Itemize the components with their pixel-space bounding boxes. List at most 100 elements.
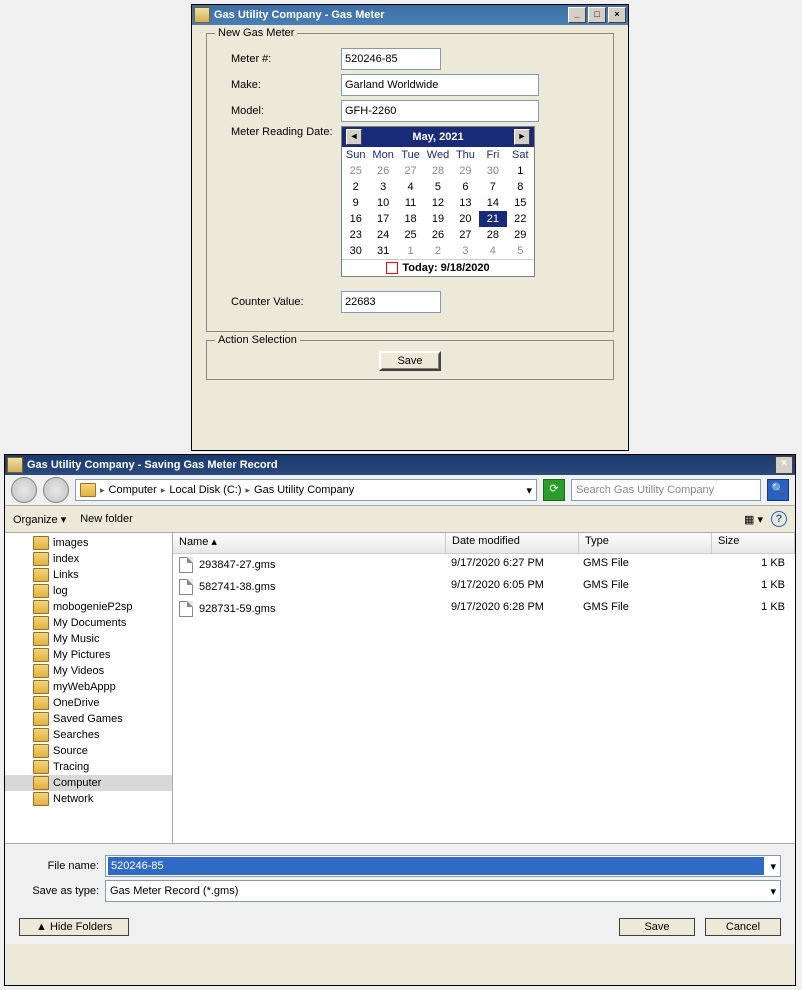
- prev-month-button[interactable]: ◄: [346, 129, 362, 145]
- column-header[interactable]: Date modified: [446, 533, 579, 553]
- tree-item[interactable]: Network: [5, 791, 172, 807]
- tree-item[interactable]: My Music: [5, 631, 172, 647]
- cancel-button[interactable]: Cancel: [705, 918, 781, 936]
- folder-tree[interactable]: imagesindexLinkslogmobogenieP2spMy Docum…: [5, 533, 173, 843]
- calendar-day[interactable]: 17: [369, 211, 396, 227]
- calendar-day[interactable]: 22: [507, 211, 534, 227]
- calendar-day[interactable]: 6: [452, 179, 479, 195]
- calendar-day[interactable]: 11: [397, 195, 424, 211]
- calendar-day[interactable]: 9: [342, 195, 369, 211]
- close-button[interactable]: ×: [608, 7, 626, 23]
- calendar-day[interactable]: 2: [424, 243, 451, 259]
- save-button[interactable]: Save: [619, 918, 695, 936]
- breadcrumb-item[interactable]: Computer: [109, 484, 157, 496]
- calendar-day[interactable]: 4: [479, 243, 506, 259]
- calendar-day[interactable]: 21: [479, 211, 506, 227]
- calendar-day[interactable]: 2: [342, 179, 369, 195]
- calendar-day[interactable]: 28: [479, 227, 506, 243]
- calendar-day[interactable]: 30: [342, 243, 369, 259]
- maximize-button[interactable]: □: [588, 7, 606, 23]
- tree-item[interactable]: Source: [5, 743, 172, 759]
- tree-item[interactable]: My Documents: [5, 615, 172, 631]
- calendar-day[interactable]: 31: [369, 243, 396, 259]
- calendar-day[interactable]: 16: [342, 211, 369, 227]
- counter-input[interactable]: [341, 291, 441, 313]
- calendar-day[interactable]: 8: [507, 179, 534, 195]
- help-button[interactable]: ?: [771, 511, 787, 527]
- calendar-day[interactable]: 3: [369, 179, 396, 195]
- search-button[interactable]: 🔍: [767, 479, 789, 501]
- calendar-day[interactable]: 29: [507, 227, 534, 243]
- calendar-day[interactable]: 28: [424, 163, 451, 179]
- breadcrumb[interactable]: ▸Computer▸Local Disk (C:)▸Gas Utility Co…: [75, 479, 537, 501]
- filename-dropdown-button[interactable]: ▾: [766, 860, 780, 873]
- calendar-day[interactable]: 5: [507, 243, 534, 259]
- calendar-day[interactable]: 7: [479, 179, 506, 195]
- calendar-day[interactable]: 10: [369, 195, 396, 211]
- calendar-day[interactable]: 30: [479, 163, 506, 179]
- tree-item[interactable]: myWebAppp: [5, 679, 172, 695]
- saveas-dropdown-button[interactable]: ▾: [766, 885, 780, 898]
- calendar-day[interactable]: 25: [397, 227, 424, 243]
- saveas-select[interactable]: Gas Meter Record (*.gms): [110, 885, 766, 897]
- minimize-button[interactable]: _: [568, 7, 586, 23]
- close-button[interactable]: ×: [775, 456, 793, 474]
- calendar-day[interactable]: 3: [452, 243, 479, 259]
- list-header[interactable]: Name ▴Date modifiedTypeSize: [173, 533, 795, 554]
- search-input[interactable]: Search Gas Utility Company: [571, 479, 761, 501]
- file-row[interactable]: 928731-59.gms9/17/2020 6:28 PMGMS File1 …: [173, 598, 795, 620]
- tree-item[interactable]: Links: [5, 567, 172, 583]
- calendar-day[interactable]: 18: [397, 211, 424, 227]
- calendar[interactable]: ◄ May, 2021 ► SunMonTueWedThuFriSat 2526…: [341, 126, 535, 277]
- tree-item[interactable]: My Videos: [5, 663, 172, 679]
- tree-item[interactable]: mobogenieP2sp: [5, 599, 172, 615]
- tree-item[interactable]: Computer: [5, 775, 172, 791]
- breadcrumb-dropdown-button[interactable]: ▾: [526, 484, 532, 497]
- tree-item[interactable]: My Pictures: [5, 647, 172, 663]
- titlebar[interactable]: Gas Utility Company - Saving Gas Meter R…: [5, 455, 795, 475]
- next-month-button[interactable]: ►: [514, 129, 530, 145]
- organize-menu[interactable]: Organize ▾: [13, 513, 66, 526]
- calendar-day[interactable]: 23: [342, 227, 369, 243]
- refresh-button[interactable]: ⟳: [543, 479, 565, 501]
- hide-folders-button[interactable]: ▲ Hide Folders: [19, 918, 129, 936]
- titlebar[interactable]: Gas Utility Company - Gas Meter _ □ ×: [192, 5, 628, 25]
- back-button[interactable]: [11, 477, 37, 503]
- forward-button[interactable]: [43, 477, 69, 503]
- tree-item[interactable]: Saved Games: [5, 711, 172, 727]
- calendar-day[interactable]: 4: [397, 179, 424, 195]
- model-input[interactable]: [341, 100, 539, 122]
- tree-item[interactable]: Searches: [5, 727, 172, 743]
- breadcrumb-item[interactable]: Local Disk (C:): [169, 484, 241, 496]
- calendar-day[interactable]: 20: [452, 211, 479, 227]
- calendar-day[interactable]: 24: [369, 227, 396, 243]
- calendar-today-row[interactable]: Today: 9/18/2020: [342, 259, 534, 276]
- meter-number-input[interactable]: [341, 48, 441, 70]
- make-input[interactable]: [341, 74, 539, 96]
- column-header[interactable]: Name ▴: [173, 533, 446, 553]
- calendar-day[interactable]: 1: [397, 243, 424, 259]
- file-row[interactable]: 582741-38.gms9/17/2020 6:05 PMGMS File1 …: [173, 576, 795, 598]
- calendar-day[interactable]: 27: [452, 227, 479, 243]
- tree-item[interactable]: log: [5, 583, 172, 599]
- calendar-day[interactable]: 12: [424, 195, 451, 211]
- new-folder-button[interactable]: New folder: [80, 513, 133, 525]
- save-button[interactable]: Save: [379, 351, 440, 371]
- tree-item[interactable]: index: [5, 551, 172, 567]
- calendar-day[interactable]: 14: [479, 195, 506, 211]
- tree-item[interactable]: images: [5, 535, 172, 551]
- calendar-day[interactable]: 26: [424, 227, 451, 243]
- calendar-day[interactable]: 26: [369, 163, 396, 179]
- calendar-day[interactable]: 1: [507, 163, 534, 179]
- breadcrumb-item[interactable]: Gas Utility Company: [254, 484, 354, 496]
- file-row[interactable]: 293847-27.gms9/17/2020 6:27 PMGMS File1 …: [173, 554, 795, 576]
- calendar-day[interactable]: 19: [424, 211, 451, 227]
- view-button[interactable]: ▦ ▾: [744, 513, 763, 526]
- calendar-day[interactable]: 13: [452, 195, 479, 211]
- calendar-day[interactable]: 15: [507, 195, 534, 211]
- column-header[interactable]: Size: [712, 533, 795, 553]
- calendar-day[interactable]: 5: [424, 179, 451, 195]
- tree-item[interactable]: Tracing: [5, 759, 172, 775]
- calendar-day[interactable]: 29: [452, 163, 479, 179]
- column-header[interactable]: Type: [579, 533, 712, 553]
